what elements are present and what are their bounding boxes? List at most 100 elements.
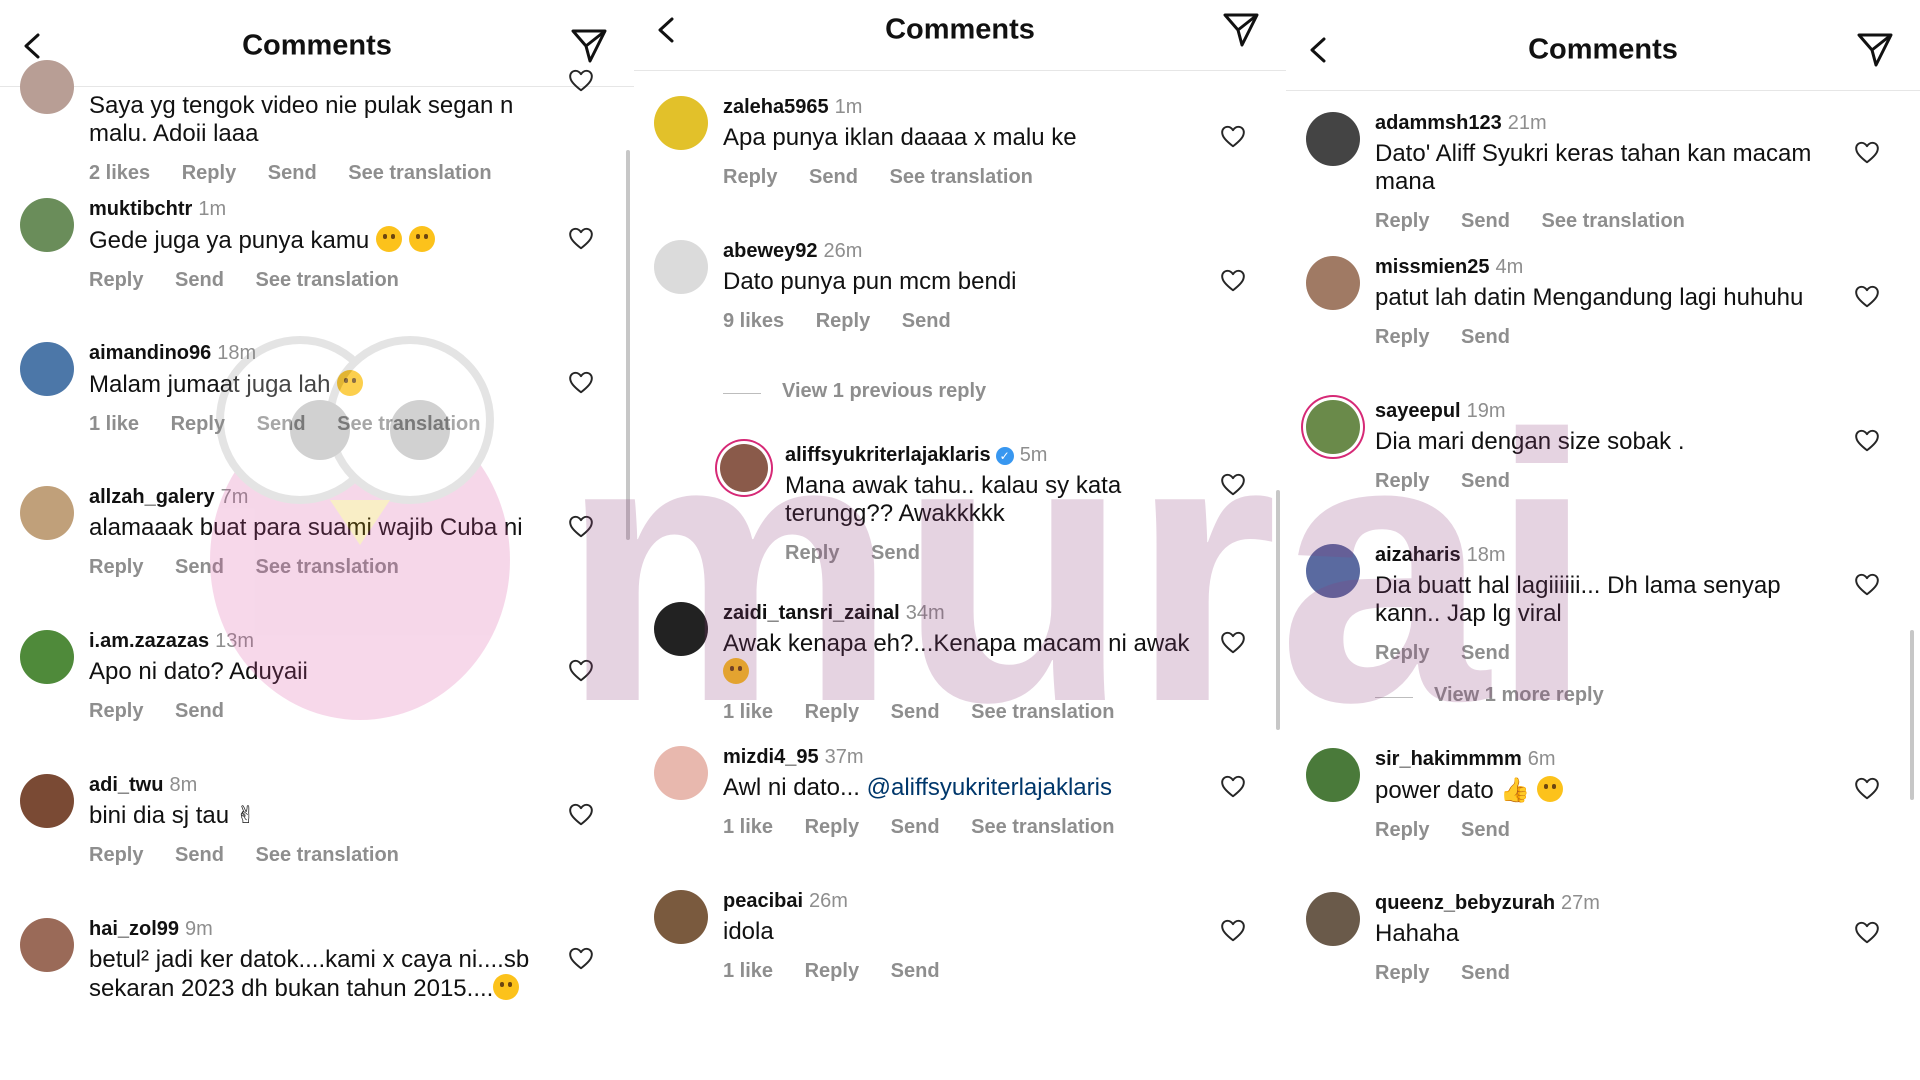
send-button[interactable]: Send [871,542,920,564]
see-translation-button[interactable]: See translation [1542,210,1685,232]
see-translation-button[interactable]: See translation [256,844,399,866]
send-button[interactable]: Send [1461,210,1510,232]
avatar[interactable] [654,890,708,944]
send-button[interactable]: Send [891,816,940,838]
reply-button[interactable]: Reply [805,960,859,982]
reply-button[interactable]: Reply [89,700,143,722]
avatar[interactable] [720,444,768,492]
username[interactable]: queenz_bebyzurah [1375,892,1555,914]
avatar[interactable] [20,486,74,540]
username[interactable]: aliffsyukriterlajaklaris [785,444,991,466]
reply-button[interactable]: Reply [89,269,143,291]
view-replies-link[interactable]: View 1 more reply [1286,668,1920,728]
heart-icon[interactable] [1854,428,1880,452]
heart-icon[interactable] [568,946,594,970]
likes-count[interactable]: 1 like [723,816,773,838]
avatar[interactable] [654,96,708,150]
username[interactable]: hai_zol99 [89,918,179,940]
reply-button[interactable]: Reply [816,310,870,332]
send-button[interactable]: Send [1461,962,1510,984]
heart-icon[interactable] [568,658,594,682]
send-icon[interactable] [1856,31,1894,69]
see-translation-button[interactable]: See translation [337,413,480,435]
view-replies-label[interactable]: View 1 more reply [1434,684,1604,707]
heart-icon[interactable] [568,68,594,92]
heart-icon[interactable] [1220,630,1246,654]
send-button[interactable]: Send [175,556,224,578]
username[interactable]: missmien25 [1375,256,1490,278]
send-button[interactable]: Send [1461,819,1510,841]
see-translation-button[interactable]: See translation [890,166,1033,188]
reply-button[interactable]: Reply [723,166,777,188]
send-button[interactable]: Send [1461,470,1510,492]
send-button[interactable]: Send [902,310,951,332]
username[interactable]: muktibchtr [89,198,192,220]
username[interactable]: adi_twu [89,774,163,796]
username[interactable]: sayeepul [1375,400,1461,422]
reply-button[interactable]: Reply [89,556,143,578]
heart-icon[interactable] [1854,776,1880,800]
avatar[interactable] [654,602,708,656]
heart-icon[interactable] [1220,268,1246,292]
send-button[interactable]: Send [257,413,306,435]
send-icon[interactable] [1222,11,1260,49]
likes-count[interactable]: 9 likes [723,310,784,332]
avatar[interactable] [20,918,74,972]
username[interactable]: zaleha5965 [723,96,829,118]
view-replies-link[interactable]: View 1 previous reply [634,364,1286,424]
likes-count[interactable]: 1 like [89,413,139,435]
reply-button[interactable]: Reply [1375,962,1429,984]
reply-button[interactable]: Reply [1375,819,1429,841]
heart-icon[interactable] [1854,140,1880,164]
heart-icon[interactable] [1854,284,1880,308]
view-replies-label[interactable]: View 1 previous reply [782,380,986,403]
reply-button[interactable]: Reply [805,816,859,838]
username[interactable]: abewey92 [723,240,818,262]
avatar[interactable] [20,60,74,114]
send-button[interactable]: Send [1461,326,1510,348]
likes-count[interactable]: 1 like [723,960,773,982]
username[interactable]: allzah_galery [89,486,215,508]
see-translation-button[interactable]: See translation [256,556,399,578]
send-button[interactable]: Send [175,844,224,866]
reply-button[interactable]: Reply [89,844,143,866]
reply-button[interactable]: Reply [1375,326,1429,348]
avatar[interactable] [1306,400,1360,454]
reply-button[interactable]: Reply [171,413,225,435]
scrollbar[interactable] [1910,630,1914,800]
send-button[interactable]: Send [175,700,224,722]
username[interactable]: adammsh123 [1375,112,1502,134]
heart-icon[interactable] [1220,124,1246,148]
send-button[interactable]: Send [891,701,940,723]
heart-icon[interactable] [568,370,594,394]
username[interactable]: i.am.zazazas [89,630,209,652]
avatar[interactable] [1306,892,1360,946]
see-translation-button[interactable]: See translation [256,269,399,291]
avatar[interactable] [1306,748,1360,802]
avatar[interactable] [20,630,74,684]
username[interactable]: peacibai [723,890,803,912]
reply-button[interactable]: Reply [805,701,859,723]
username[interactable]: aizaharis [1375,544,1461,566]
avatar[interactable] [20,198,74,252]
heart-icon[interactable] [1854,572,1880,596]
avatar[interactable] [1306,256,1360,310]
see-translation-button[interactable]: See translation [971,701,1114,723]
scrollbar[interactable] [1276,490,1280,730]
send-button[interactable]: Send [891,960,940,982]
heart-icon[interactable] [1220,774,1246,798]
heart-icon[interactable] [1220,918,1246,942]
reply-button[interactable]: Reply [1375,210,1429,232]
avatar[interactable] [1306,112,1360,166]
username[interactable]: mizdi4_95 [723,746,819,768]
heart-icon[interactable] [1220,472,1246,496]
heart-icon[interactable] [568,802,594,826]
send-button[interactable]: Send [175,269,224,291]
send-button[interactable]: Send [1461,642,1510,664]
heart-icon[interactable] [568,226,594,250]
heart-icon[interactable] [1854,920,1880,944]
see-translation-button[interactable]: See translation [971,816,1114,838]
mention-link[interactable]: @aliffsyukriterlajaklaris [867,774,1112,801]
reply-button[interactable]: Reply [1375,470,1429,492]
reply-button[interactable]: Reply [1375,642,1429,664]
